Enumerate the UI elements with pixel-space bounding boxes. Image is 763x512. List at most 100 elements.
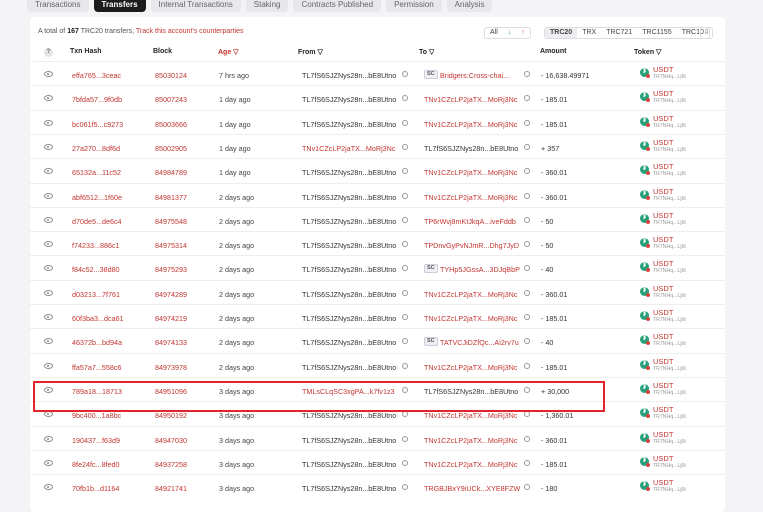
token-symbol[interactable]: USDT [653,430,673,439]
search-address-icon[interactable] [524,362,530,369]
block-link[interactable]: 84950192 [155,411,187,420]
txn-hash-link[interactable]: 7bfda57...9f0db [72,95,122,104]
txn-hash-link[interactable]: abf6512...1f60e [72,193,122,202]
filter-trc721[interactable]: TRC721 [601,28,637,38]
token-symbol[interactable]: USDT [653,381,673,390]
tab-contracts-published[interactable]: Contracts Published [293,0,382,12]
to-address[interactable]: TYHp5JGssA...3DJqBbP [440,265,520,274]
block-link[interactable]: 85003666 [155,120,187,129]
search-address-icon[interactable] [524,119,530,126]
search-address-icon[interactable] [402,362,408,369]
search-address-icon[interactable] [524,192,530,199]
view-details-eye-icon[interactable] [44,435,53,442]
search-address-icon[interactable] [402,216,408,223]
txn-hash-link[interactable]: 9bc400...1a8bc [72,411,121,420]
to-address[interactable]: TNv1CZcLP2jaTX...MoRj3Nc [424,460,517,469]
tab-internal-transactions[interactable]: Internal Transactions [150,0,241,12]
search-address-icon[interactable] [524,241,530,248]
search-address-icon[interactable] [402,265,408,272]
block-link[interactable]: 84975293 [155,265,187,274]
token-symbol[interactable]: USDT [653,454,673,463]
block-link[interactable]: 85002905 [155,144,187,153]
filter-trc1155[interactable]: TRC1155 [637,28,676,38]
tab-transfers[interactable]: Transfers [93,0,146,12]
help-icon[interactable]: ? [44,48,53,57]
view-details-eye-icon[interactable] [44,241,53,248]
block-link[interactable]: 84947030 [155,436,187,445]
view-details-eye-icon[interactable] [44,314,53,320]
txn-hash-link[interactable]: f84c52...38d80 [72,265,120,274]
search-address-icon[interactable] [524,435,530,442]
block-link[interactable]: 84981377 [155,193,187,202]
token-symbol[interactable]: USDT [653,162,673,171]
search-address-icon[interactable] [524,459,530,466]
to-address[interactable]: TNv1CZcLP2jaTX...MoRj3Nc [424,120,517,129]
to-address[interactable]: TRGBJBxY9iUCk...XYE8FZW [424,484,520,493]
filter-all[interactable]: All [485,28,503,38]
to-address[interactable]: TATVCJiDZfQc...Ai2rv7u [440,338,519,347]
search-address-icon[interactable] [524,95,530,102]
block-link[interactable]: 84937258 [155,460,187,469]
token-symbol[interactable]: USDT [653,138,673,147]
col-token[interactable]: Token ▽ [634,48,661,56]
txn-hash-link[interactable]: 27a270...8df6d [72,144,120,153]
block-link[interactable]: 84974289 [155,290,187,299]
search-address-icon[interactable] [524,484,530,491]
view-details-eye-icon[interactable] [44,119,53,126]
to-address[interactable]: TNv1CZcLP2jaTX...MoRj3Nc [424,95,517,104]
search-address-icon[interactable] [402,119,408,126]
txn-hash-link[interactable]: effa765...3ceac [72,71,121,80]
token-symbol[interactable]: USDT [653,308,673,317]
token-symbol[interactable]: USDT [653,235,673,244]
view-details-eye-icon[interactable] [44,484,53,491]
to-address[interactable]: TNv1CZcLP2jaTX...MoRj3Nc [424,411,517,420]
view-details-eye-icon[interactable] [44,459,53,466]
search-address-icon[interactable] [402,289,408,296]
view-details-eye-icon[interactable] [44,289,53,296]
tab-transactions[interactable]: Transactions [27,0,89,12]
to-address[interactable]: TNv1CZcLP2jaTX...MoRj3Nc [424,436,517,445]
block-link[interactable]: 84973978 [155,363,187,372]
view-details-eye-icon[interactable] [44,265,53,272]
filter-trc20[interactable]: TRC20 [545,28,578,38]
to-address[interactable]: TNv1CZcLP2jaTX...MoRj3Nc [424,168,517,177]
search-address-icon[interactable] [402,192,408,199]
tab-permission[interactable]: Permission [386,0,442,12]
search-address-icon[interactable] [402,168,408,175]
block-link[interactable]: 84975314 [155,241,187,250]
view-details-eye-icon[interactable] [44,411,53,418]
block-link[interactable]: 84975548 [155,217,187,226]
search-address-icon[interactable] [524,411,530,418]
view-details-eye-icon[interactable] [44,216,53,223]
search-address-icon[interactable] [402,241,408,248]
block-link[interactable]: 84974133 [155,338,187,347]
to-address[interactable]: TNv1CZcLP2jaTX...MoRj3Nc [424,290,517,299]
token-symbol[interactable]: USDT [653,89,673,98]
search-address-icon[interactable] [402,314,408,320]
search-address-icon[interactable] [402,411,408,418]
txn-hash-link[interactable]: 65132a...11c52 [72,168,121,177]
search-address-icon[interactable] [402,143,408,150]
col-to[interactable]: To ▽ [419,48,434,56]
from-address[interactable]: TNv1CZcLP2jaTX...MoRj3Nc [302,144,395,153]
view-details-eye-icon[interactable] [44,143,53,150]
search-address-icon[interactable] [524,338,530,345]
col-from[interactable]: From ▽ [298,48,323,56]
view-details-eye-icon[interactable] [44,168,53,175]
view-details-eye-icon[interactable] [44,362,53,369]
col-age[interactable]: Age ▽ [218,48,239,56]
view-details-eye-icon[interactable] [44,95,53,102]
filter-out-arrow-icon[interactable]: ↑ [516,28,530,38]
track-counterparties-link[interactable]: Track this account's counterparties [136,28,244,35]
search-address-icon[interactable] [402,338,408,345]
to-address[interactable]: TPDnvGyPvNJmR...Dhg7JyD [424,241,519,250]
token-symbol[interactable]: USDT [653,357,673,366]
search-address-icon[interactable] [524,314,530,320]
token-symbol[interactable]: USDT [653,478,673,487]
block-link[interactable]: 84974219 [155,314,187,323]
to-address[interactable]: TP6rWvj8mKtJkqA...iveFddb [424,217,516,226]
block-link[interactable]: 84984789 [155,168,187,177]
export-icon[interactable]: ⇩ [700,27,713,39]
txn-hash-link[interactable]: 60f3ba3...dca61 [72,314,124,323]
search-address-icon[interactable] [402,435,408,442]
